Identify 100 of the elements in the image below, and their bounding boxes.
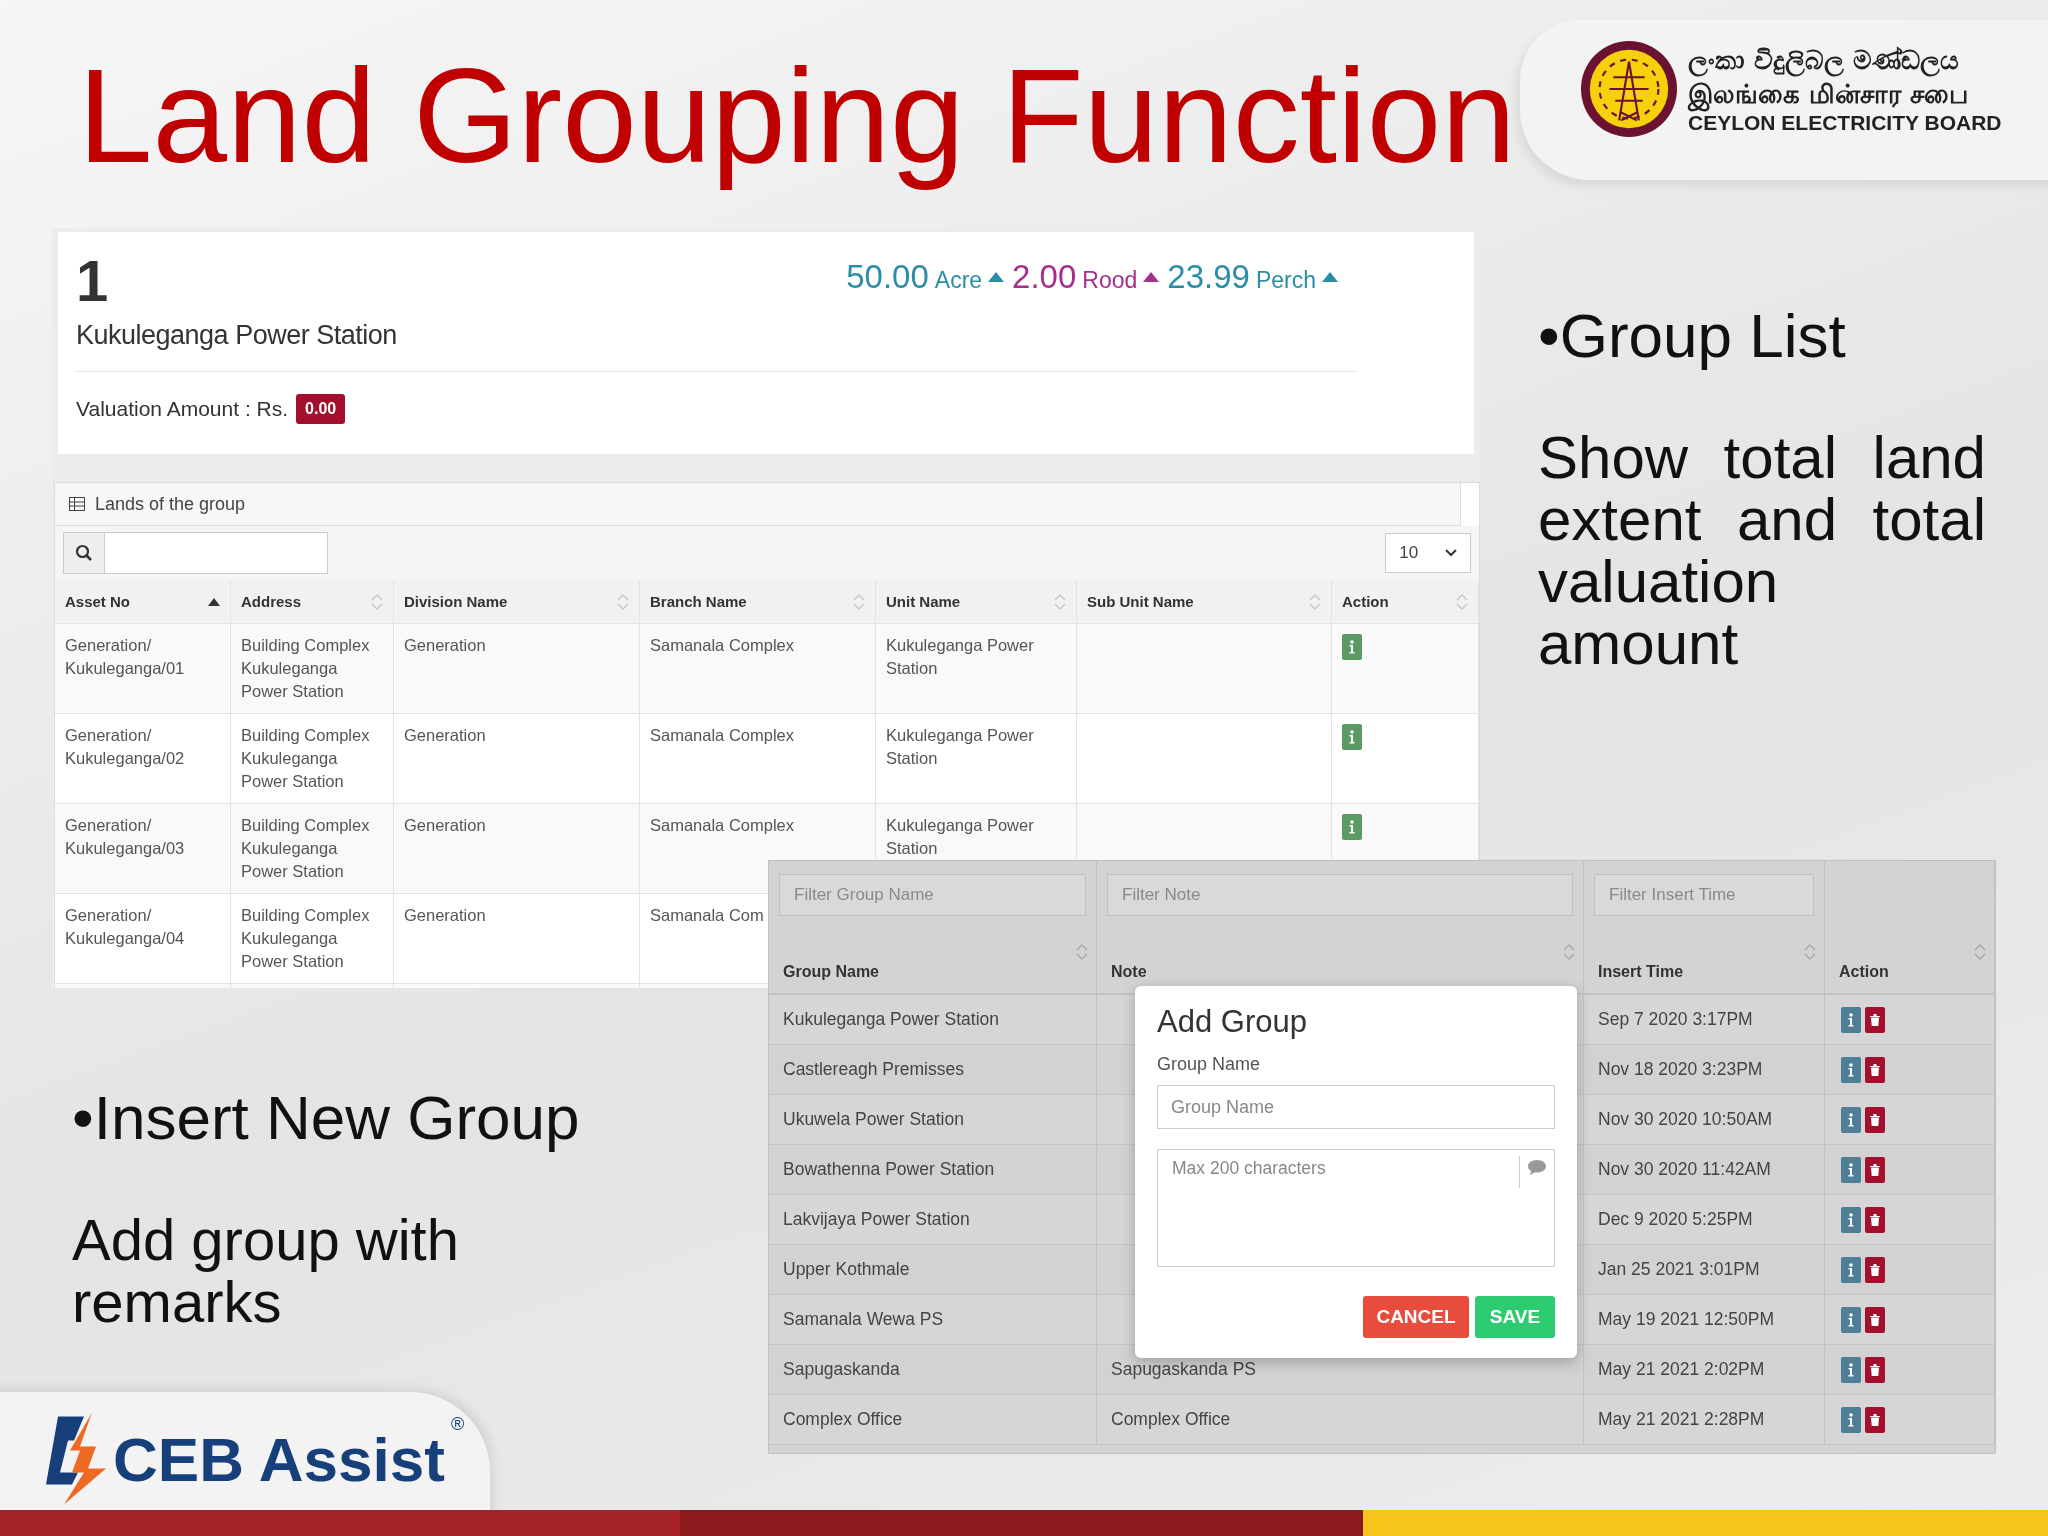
table-cell-text: Building Complex Kukuleganga Power Station [241,725,371,792]
table-cell: Lakvijaya Power Station [783,1209,970,1230]
extent-value: 23.99 [1167,258,1250,296]
cancel-button[interactable]: CANCEL [1363,1296,1469,1338]
table-cell-text: Building Complex Kukuleganga Power Station [241,905,371,972]
info-button[interactable] [1841,1056,1861,1083]
sort-icon [1076,942,1088,962]
trash-icon [1870,1313,1880,1326]
info-button[interactable] [1342,814,1362,840]
table-cell-text: Generation/ Kukuleganga/04 [65,905,186,949]
column-header[interactable]: Action [1839,963,1889,981]
info-icon [1848,1262,1854,1277]
info-button[interactable] [1342,634,1362,660]
table-cell-text: Generation [404,905,487,926]
info-button[interactable] [1841,1406,1861,1433]
delete-button[interactable] [1865,1306,1885,1333]
tower-emblem-icon [1580,40,1678,138]
delete-button[interactable] [1865,1006,1885,1033]
delete-button[interactable] [1865,1056,1885,1083]
group-number: 1 [76,250,110,312]
table-cell-text: Generation/ Kukuleganga/03 [65,815,186,859]
trash-icon [1870,1363,1880,1376]
table-cell-text: Generation [404,815,487,836]
info-icon [1848,1012,1854,1027]
search-field[interactable] [63,532,328,574]
panel-title: Lands of the group [95,493,246,515]
info-button[interactable] [1342,724,1362,750]
table-cell: Complex Office [783,1409,903,1430]
chevron-down-icon [1444,549,1457,557]
dialog-title: Add Group [1157,1004,1308,1040]
table-cell-text: Samanala Com [650,905,765,926]
group-name: Kukuleganga Power Station [76,320,397,351]
column-header[interactable]: Note [1111,963,1147,981]
info-button[interactable] [1841,1106,1861,1133]
sort-icon [1974,942,1986,962]
extent-value: 2.00 [1012,258,1077,296]
column-header[interactable]: Unit Name [886,590,961,613]
delete-button[interactable] [1865,1406,1885,1433]
trash-icon [1870,1213,1880,1226]
delete-button[interactable] [1865,1106,1885,1133]
trash-icon [1870,1013,1880,1026]
org-name: CEYLON ELECTRICITY BOARD [1688,111,2002,135]
valuation-amount: 0.00 [296,394,346,424]
table-cell-text: Kukuleganga Power Station [886,725,1035,769]
brand-name: CEB Assist [113,1423,445,1495]
table-cell-text: Generation [404,635,487,656]
table-cell-text: Generation/ Kukuleganga/02 [65,725,186,769]
delete-button[interactable] [1865,1156,1885,1183]
delete-button[interactable] [1865,1206,1885,1233]
note-field[interactable]: Max 200 characters [1157,1149,1555,1267]
column-header[interactable]: Group Name [783,963,879,981]
info-button[interactable] [1841,1206,1861,1233]
column-header[interactable]: Address [241,590,302,613]
info-button[interactable] [1841,1256,1861,1283]
table-cell: Kukuleganga Power Station [783,1009,999,1030]
trash-icon [1870,1113,1880,1126]
group-name-field[interactable]: Group Name [1157,1085,1555,1129]
column-header[interactable]: Action [1342,590,1389,613]
info-icon [1848,1112,1854,1127]
registered-mark: ® [450,1414,465,1435]
bolt-logo-icon [45,1412,107,1506]
table-cell: Bowathenna Power Station [783,1159,995,1180]
sort-icon [1804,942,1816,962]
delete-button[interactable] [1865,1356,1885,1383]
info-icon [1848,1312,1854,1327]
info-button[interactable] [1841,1306,1861,1333]
table-cell-text: Samanala Complex [650,815,795,836]
info-icon [1848,1362,1854,1377]
column-header[interactable]: Asset No [65,590,131,613]
table-icon [69,497,85,511]
table-cell: Ukuwela Power Station [783,1109,964,1130]
info-icon [1848,1212,1854,1227]
info-button[interactable] [1841,1006,1861,1033]
trash-icon [1870,1263,1880,1276]
table-cell: Dec 9 2020 5:25PM [1598,1209,1753,1230]
table-cell-text: Samanala Complex [650,635,795,656]
table-cell-text: Building Complex Kukuleganga Power Station [241,635,371,702]
extent-value: 50.00 [846,258,929,296]
bullet-heading: •Group List [1538,300,1846,372]
table-cell: Samanala Wewa PS [783,1309,944,1330]
info-button[interactable] [1841,1156,1861,1183]
info-icon [1848,1162,1854,1177]
field-label: Group Name [1157,1054,1262,1075]
table-cell: May 21 2021 2:28PM [1598,1409,1765,1430]
page-size-select[interactable]: 10 [1385,533,1471,573]
table-cell-text: Samanala Complex [650,725,795,746]
table-cell-text: Kukuleganga Power Station [886,635,1035,679]
info-button[interactable] [1841,1356,1861,1383]
trash-icon [1870,1163,1880,1176]
bullet-heading: •Insert New Group [72,1082,580,1154]
search-icon [75,544,93,562]
column-header[interactable]: Insert Time [1598,963,1684,981]
table-cell-text: Building Complex Kukuleganga Power Station [241,815,371,882]
table-cell-text: Generation/ Kukuleganga/01 [65,635,186,679]
table-cell: May 19 2021 12:50PM [1598,1309,1775,1330]
delete-button[interactable] [1865,1256,1885,1283]
table-cell: Sapugaskanda PS [1111,1359,1256,1380]
table-cell-text: Kukuleganga Power Station [886,815,1035,859]
table-cell: Jan 25 2021 3:01PM [1598,1259,1760,1280]
table-cell: Sapugaskanda [783,1359,900,1380]
